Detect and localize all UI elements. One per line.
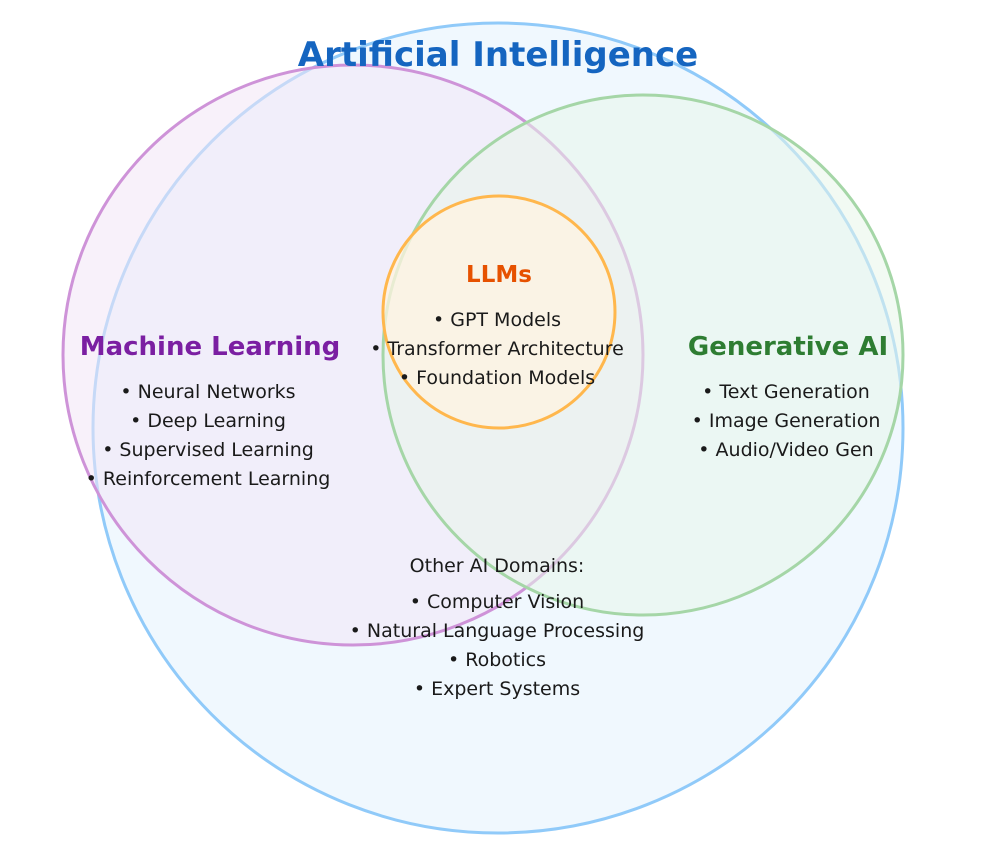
other-domain-item: • Expert Systems — [414, 678, 580, 700]
other-domain-item: • Computer Vision — [410, 591, 584, 613]
gen-list-item: • Audio/Video Gen — [698, 439, 873, 461]
gen-list-item: • Text Generation — [702, 381, 870, 403]
other-domain-item: • Natural Language Processing — [350, 620, 645, 642]
ml-list-item: • Reinforcement Learning — [86, 468, 331, 490]
ai-title: Artificial Intelligence — [298, 35, 698, 75]
llm-title: LLMs — [466, 262, 532, 288]
ml-list-item: • Neural Networks — [120, 381, 295, 403]
venn-diagram: Artificial Intelligence Machine Learning… — [61, 21, 905, 835]
llm-list-item: • GPT Models — [433, 309, 561, 331]
gen-list-item: • Image Generation — [692, 410, 881, 432]
ml-list-item: • Deep Learning — [130, 410, 286, 432]
other-domain-item: • Robotics — [448, 649, 546, 671]
llm-list-item: • Transformer Architecture — [370, 338, 624, 360]
other-domains-heading: Other AI Domains: — [410, 555, 585, 577]
ml-list-item: • Supervised Learning — [102, 439, 314, 461]
llm-list-item: • Foundation Models — [399, 367, 595, 389]
machine-learning-title: Machine Learning — [80, 332, 341, 362]
generative-ai-title: Generative AI — [688, 332, 888, 362]
